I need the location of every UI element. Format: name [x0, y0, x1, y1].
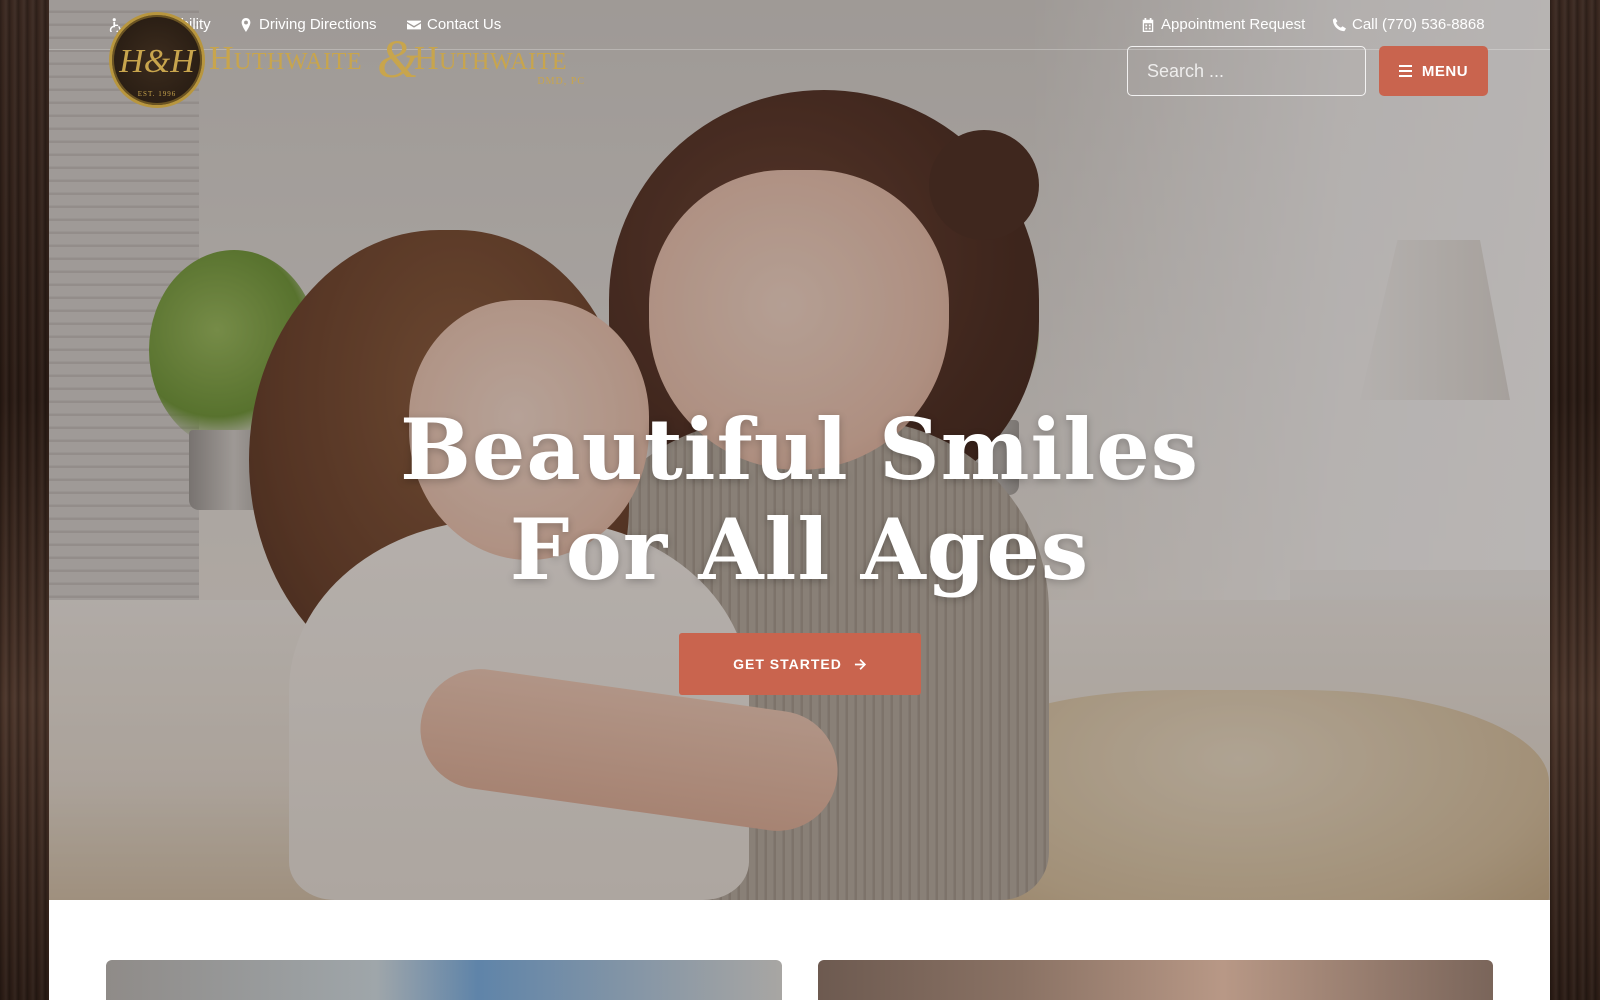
site-logo[interactable]: H&H EST. 1996 Huthwaite & Huthwaite DMD,…	[109, 12, 589, 108]
feature-card-image[interactable]	[818, 960, 1493, 1000]
calendar-icon	[1142, 17, 1154, 32]
hero-headline-line-2: For All Ages	[509, 500, 1090, 599]
right-wood-panel	[1550, 0, 1600, 1000]
logo-ampersand: &	[377, 29, 420, 89]
logo-name-left: Huthwaite	[209, 40, 363, 77]
phone-label: Call (770) 536-8868	[1352, 16, 1485, 33]
appointment-request-label: Appointment Request	[1161, 16, 1306, 33]
feature-card-image[interactable]	[106, 960, 782, 1000]
hamburger-icon	[1398, 65, 1412, 77]
logo-seal: H&H EST. 1996	[109, 12, 205, 108]
logo-wordmark: Huthwaite & Huthwaite DMD, PC	[209, 29, 589, 94]
logo-suffix: DMD, PC	[537, 76, 585, 87]
hero-headline-line-1: Beautiful Smiles	[399, 400, 1200, 499]
hero-headline: Beautiful Smiles For All Ages	[49, 400, 1550, 600]
logo-est: EST. 1996	[137, 90, 177, 98]
logo-monogram: H&H	[119, 43, 195, 80]
left-wood-panel	[0, 0, 50, 1000]
get-started-button[interactable]: GET STARTED	[679, 633, 921, 695]
logo-name-right: Huthwaite	[414, 40, 568, 77]
search-input[interactable]	[1128, 47, 1365, 95]
appointment-request-link[interactable]: Appointment Request	[1141, 16, 1305, 33]
arrow-right-icon	[854, 658, 866, 670]
menu-label: MENU	[1421, 62, 1469, 80]
menu-button[interactable]: MENU	[1379, 46, 1488, 96]
phone-link[interactable]: Call (770) 536-8868	[1332, 16, 1485, 33]
search-form	[1127, 46, 1366, 96]
get-started-label: GET STARTED	[733, 656, 842, 672]
page: Accessibility Driving Directions Contact…	[49, 0, 1550, 1000]
phone-icon	[1332, 17, 1346, 31]
